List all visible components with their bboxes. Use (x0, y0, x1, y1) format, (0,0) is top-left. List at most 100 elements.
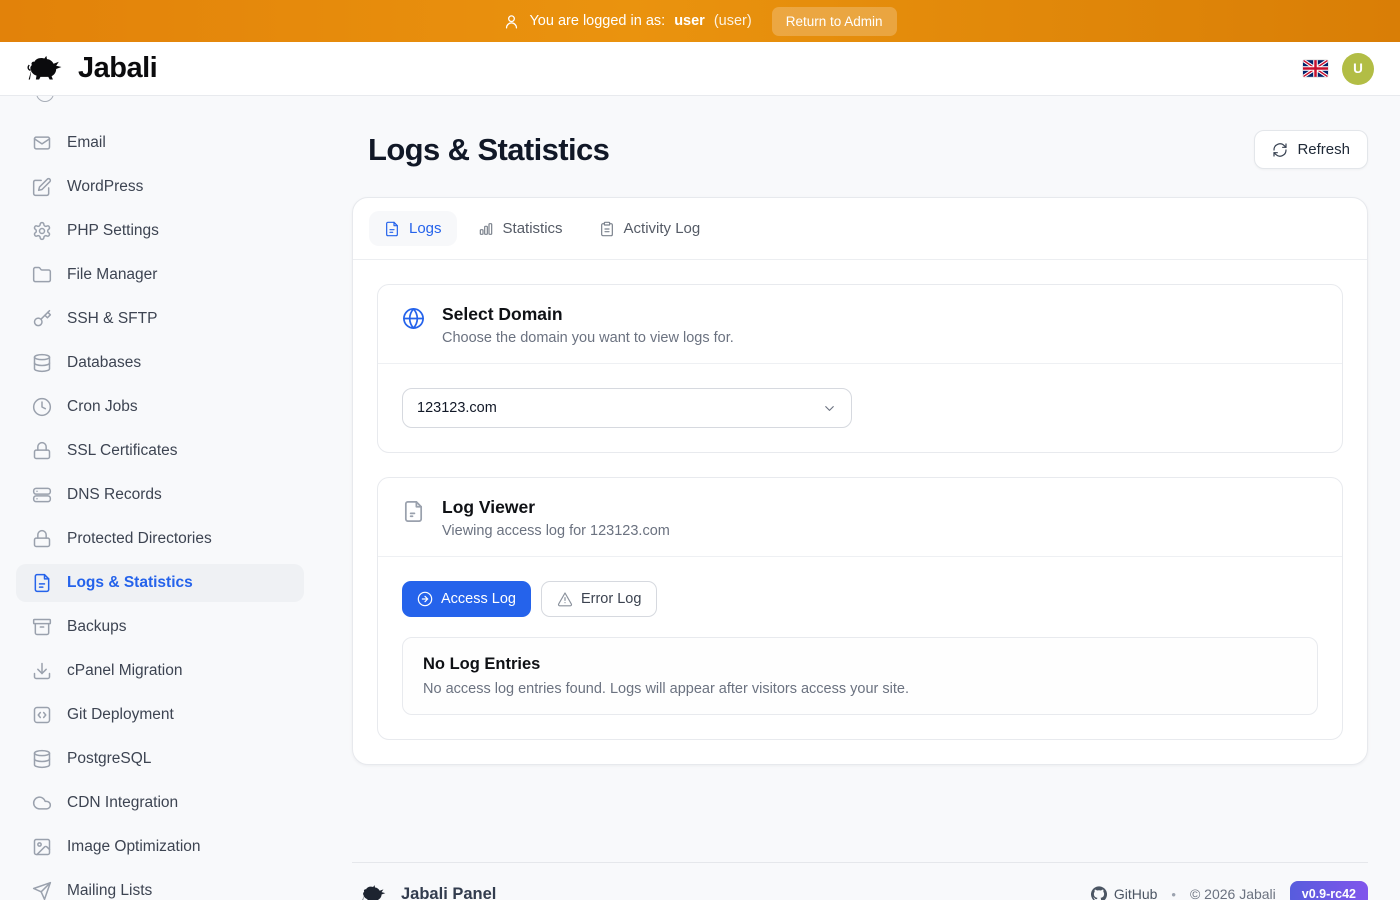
access-log-button[interactable]: Access Log (402, 581, 531, 617)
sidebar-item-postgresql[interactable]: PostgreSQL (16, 740, 304, 778)
return-to-admin-button[interactable]: Return to Admin (772, 7, 897, 36)
sidebar-item-dns-records[interactable]: DNS Records (16, 476, 304, 514)
boar-logo-icon (26, 54, 68, 84)
lock-icon (32, 529, 52, 549)
github-label: GitHub (1114, 886, 1158, 900)
sidebar-item-label: Backups (67, 618, 126, 636)
sidebar-item-backups[interactable]: Backups (16, 608, 304, 646)
sidebar-item-label: Image Optimization (67, 838, 201, 856)
tab-bar: Logs Statistics Activity Log (353, 198, 1367, 260)
sidebar: Email WordPress PHP Settings File Manage… (0, 96, 320, 900)
sidebar-item-label: DNS Records (67, 486, 162, 504)
header: Jabali U (0, 42, 1400, 96)
no-log-entries-box: No Log Entries No access log entries fou… (402, 637, 1318, 715)
tab-label: Statistics (503, 220, 563, 237)
send-icon (32, 881, 52, 900)
download-icon (32, 661, 52, 681)
refresh-icon (1272, 142, 1288, 158)
gear-icon (32, 221, 52, 241)
user-avatar[interactable]: U (1342, 53, 1374, 85)
key-icon (32, 309, 52, 329)
main-content: Logs & Statistics Refresh Logs Statistic… (320, 96, 1400, 900)
sidebar-item-file-manager[interactable]: File Manager (16, 256, 304, 294)
file-text-icon (402, 500, 425, 523)
file-text-icon (32, 573, 52, 593)
sidebar-item-wordpress[interactable]: WordPress (16, 168, 304, 206)
version-badge: v0.9-rc42 (1290, 881, 1368, 900)
mail-icon (32, 133, 52, 153)
sidebar-item-label: Email (67, 134, 106, 152)
login-message: You are logged in as: user (user) (503, 13, 751, 30)
github-icon (1091, 886, 1107, 900)
footer: Jabali Panel GitHub • © 2026 Jabali v0.9… (352, 862, 1368, 900)
domain-select[interactable]: 123123.com (402, 388, 852, 428)
select-domain-card: Select Domain Choose the domain you want… (377, 284, 1343, 453)
empty-state-title: No Log Entries (423, 655, 1297, 674)
footer-brand-name: Jabali Panel (401, 885, 496, 900)
sidebar-item-label: Mailing Lists (67, 882, 152, 900)
clipboard-icon (599, 221, 615, 237)
sidebar-item-label: WordPress (67, 178, 143, 196)
refresh-button[interactable]: Refresh (1254, 130, 1368, 169)
sidebar-item-ssh-sftp[interactable]: SSH & SFTP (16, 300, 304, 338)
clipped-sidebar-item-icon (36, 96, 56, 104)
sidebar-item-label: Logs & Statistics (67, 574, 193, 592)
sidebar-item-cron-jobs[interactable]: Cron Jobs (16, 388, 304, 426)
tab-label: Logs (409, 220, 442, 237)
sidebar-item-php-settings[interactable]: PHP Settings (16, 212, 304, 250)
brand-logo[interactable]: Jabali (26, 52, 157, 85)
sidebar-item-databases[interactable]: Databases (16, 344, 304, 382)
tab-activity-log[interactable]: Activity Log (584, 211, 716, 246)
sidebar-item-label: File Manager (67, 266, 157, 284)
sidebar-item-label: PHP Settings (67, 222, 159, 240)
empty-state-message: No access log entries found. Logs will a… (423, 681, 1297, 697)
bar-chart-icon (478, 221, 494, 237)
sidebar-item-image-optimization[interactable]: Image Optimization (16, 828, 304, 866)
archive-icon (32, 617, 52, 637)
log-viewer-card: Log Viewer Viewing access log for 123123… (377, 477, 1343, 740)
sidebar-item-git-deployment[interactable]: Git Deployment (16, 696, 304, 734)
sidebar-item-label: PostgreSQL (67, 750, 151, 768)
error-log-label: Error Log (581, 591, 641, 607)
arrow-right-circle-icon (417, 591, 433, 607)
file-text-icon (384, 221, 400, 237)
tab-statistics[interactable]: Statistics (463, 211, 578, 246)
tab-label: Activity Log (624, 220, 701, 237)
refresh-label: Refresh (1297, 141, 1350, 158)
sidebar-item-label: SSL Certificates (67, 442, 178, 460)
boar-logo-icon (360, 884, 390, 900)
log-viewer-description: Viewing access log for 123123.com (442, 523, 670, 539)
access-log-label: Access Log (441, 591, 516, 607)
login-username: user (674, 13, 705, 29)
sidebar-item-label: Databases (67, 354, 141, 372)
sidebar-item-label: cPanel Migration (67, 662, 182, 680)
sidebar-item-label: Git Deployment (67, 706, 174, 724)
globe-icon (402, 307, 425, 330)
page-title: Logs & Statistics (368, 132, 609, 168)
sidebar-item-email[interactable]: Email (16, 124, 304, 162)
sidebar-item-mailing-lists[interactable]: Mailing Lists (16, 872, 304, 900)
language-flag-icon[interactable] (1303, 60, 1328, 77)
sidebar-item-label: Protected Directories (67, 530, 212, 548)
image-icon (32, 837, 52, 857)
github-link[interactable]: GitHub (1091, 886, 1158, 900)
lock-icon (32, 441, 52, 461)
code-square-icon (32, 705, 52, 725)
sidebar-item-label: SSH & SFTP (67, 310, 157, 328)
select-domain-description: Choose the domain you want to view logs … (442, 330, 734, 346)
database-icon (32, 353, 52, 373)
cloud-icon (32, 793, 52, 813)
error-log-button[interactable]: Error Log (541, 581, 657, 617)
tab-logs[interactable]: Logs (369, 211, 457, 246)
sidebar-item-logs-statistics[interactable]: Logs & Statistics (16, 564, 304, 602)
domain-select-value: 123123.com (417, 400, 497, 416)
footer-brand: Jabali Panel (360, 884, 496, 900)
footer-separator: • (1171, 887, 1176, 900)
sidebar-item-protected-directories[interactable]: Protected Directories (16, 520, 304, 558)
sidebar-item-ssl-certificates[interactable]: SSL Certificates (16, 432, 304, 470)
sidebar-item-cdn-integration[interactable]: CDN Integration (16, 784, 304, 822)
logs-panel: Logs Statistics Activity Log (352, 197, 1368, 765)
alert-triangle-icon (557, 591, 573, 607)
copyright-text: © 2026 Jabali (1190, 886, 1276, 900)
sidebar-item-cpanel-migration[interactable]: cPanel Migration (16, 652, 304, 690)
